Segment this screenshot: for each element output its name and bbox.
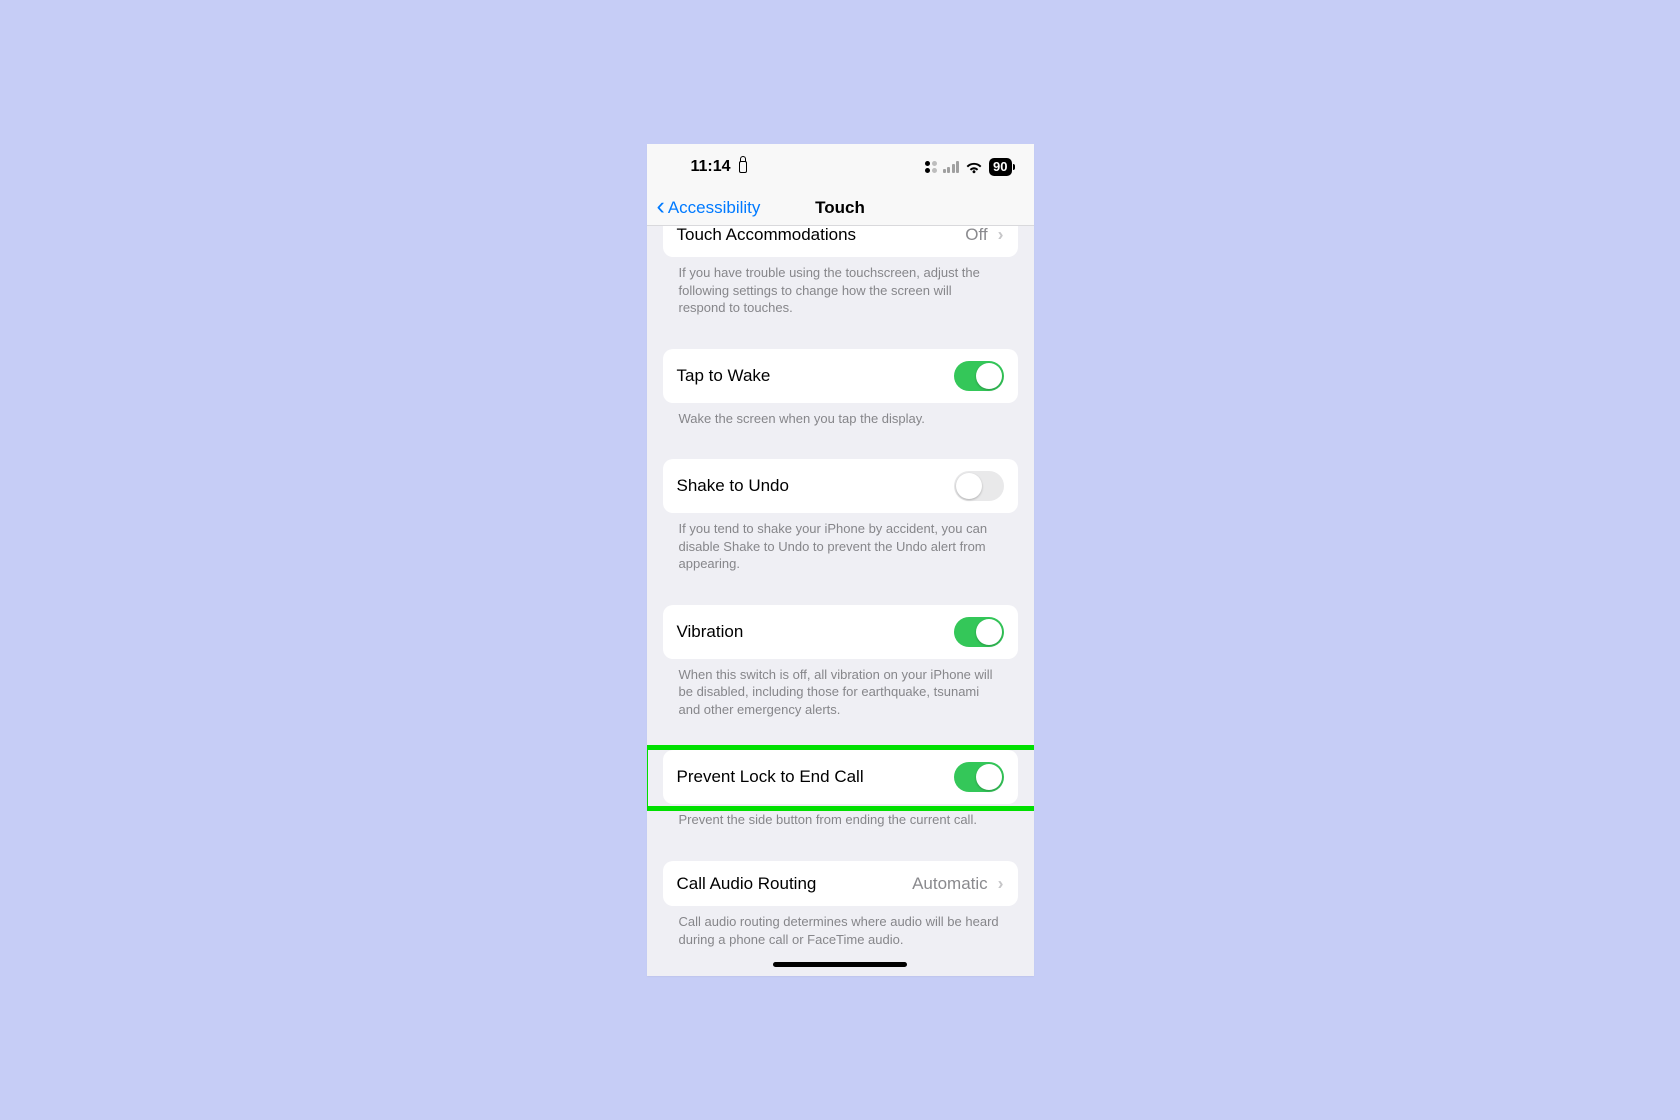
row-prevent-lock-end-call: Prevent Lock to End Call xyxy=(663,750,1018,804)
row-value: Automatic xyxy=(912,874,988,894)
row-footer: If you have trouble using the touchscree… xyxy=(663,257,1018,317)
cell-signal-icon xyxy=(943,161,960,173)
back-button[interactable]: ‹ Accessibility xyxy=(647,198,761,218)
highlight-box: Prevent Lock to End Call xyxy=(663,750,1018,804)
status-time: 11:14 xyxy=(691,158,747,176)
toggle-prevent-lock-end-call[interactable] xyxy=(954,762,1004,792)
row-label: Call Audio Routing xyxy=(677,874,817,894)
row-footer: When this switch is off, all vibration o… xyxy=(663,659,1018,719)
row-shake-to-undo: Shake to Undo xyxy=(663,459,1018,513)
row-footer: If you tend to shake your iPhone by acci… xyxy=(663,513,1018,573)
lock-icon xyxy=(739,161,747,173)
chevron-right-icon: › xyxy=(998,224,1004,245)
toggle-shake-to-undo[interactable] xyxy=(954,471,1004,501)
row-label: Prevent Lock to End Call xyxy=(677,767,864,787)
page-title: Touch xyxy=(815,198,865,218)
status-bar: 11:14 90 xyxy=(647,144,1034,190)
row-label: Touch Accommodations xyxy=(677,225,857,245)
dual-sim-icon xyxy=(925,161,937,173)
row-call-audio-routing[interactable]: Call Audio Routing Automatic › xyxy=(663,861,1018,906)
row-vibration: Vibration xyxy=(663,605,1018,659)
phone-frame: 11:14 90 ‹ Accessibility Touch Tou xyxy=(647,144,1034,976)
battery-indicator: 90 xyxy=(989,158,1011,176)
back-label: Accessibility xyxy=(668,198,761,218)
row-tap-to-wake: Tap to Wake xyxy=(663,349,1018,403)
nav-bar: ‹ Accessibility Touch xyxy=(647,190,1034,226)
home-indicator[interactable] xyxy=(773,962,907,967)
toggle-vibration[interactable] xyxy=(954,617,1004,647)
row-label: Shake to Undo xyxy=(677,476,789,496)
chevron-right-icon: › xyxy=(998,873,1004,894)
toggle-tap-to-wake[interactable] xyxy=(954,361,1004,391)
clock-text: 11:14 xyxy=(691,158,731,176)
wifi-icon xyxy=(965,161,983,174)
row-footer: Call audio routing determines where audi… xyxy=(663,906,1018,948)
row-label: Tap to Wake xyxy=(677,366,771,386)
row-footer: Wake the screen when you tap the display… xyxy=(663,403,1018,428)
row-value: Off xyxy=(965,225,987,245)
row-footer: Prevent the side button from ending the … xyxy=(663,804,1018,829)
row-label: Vibration xyxy=(677,622,744,642)
